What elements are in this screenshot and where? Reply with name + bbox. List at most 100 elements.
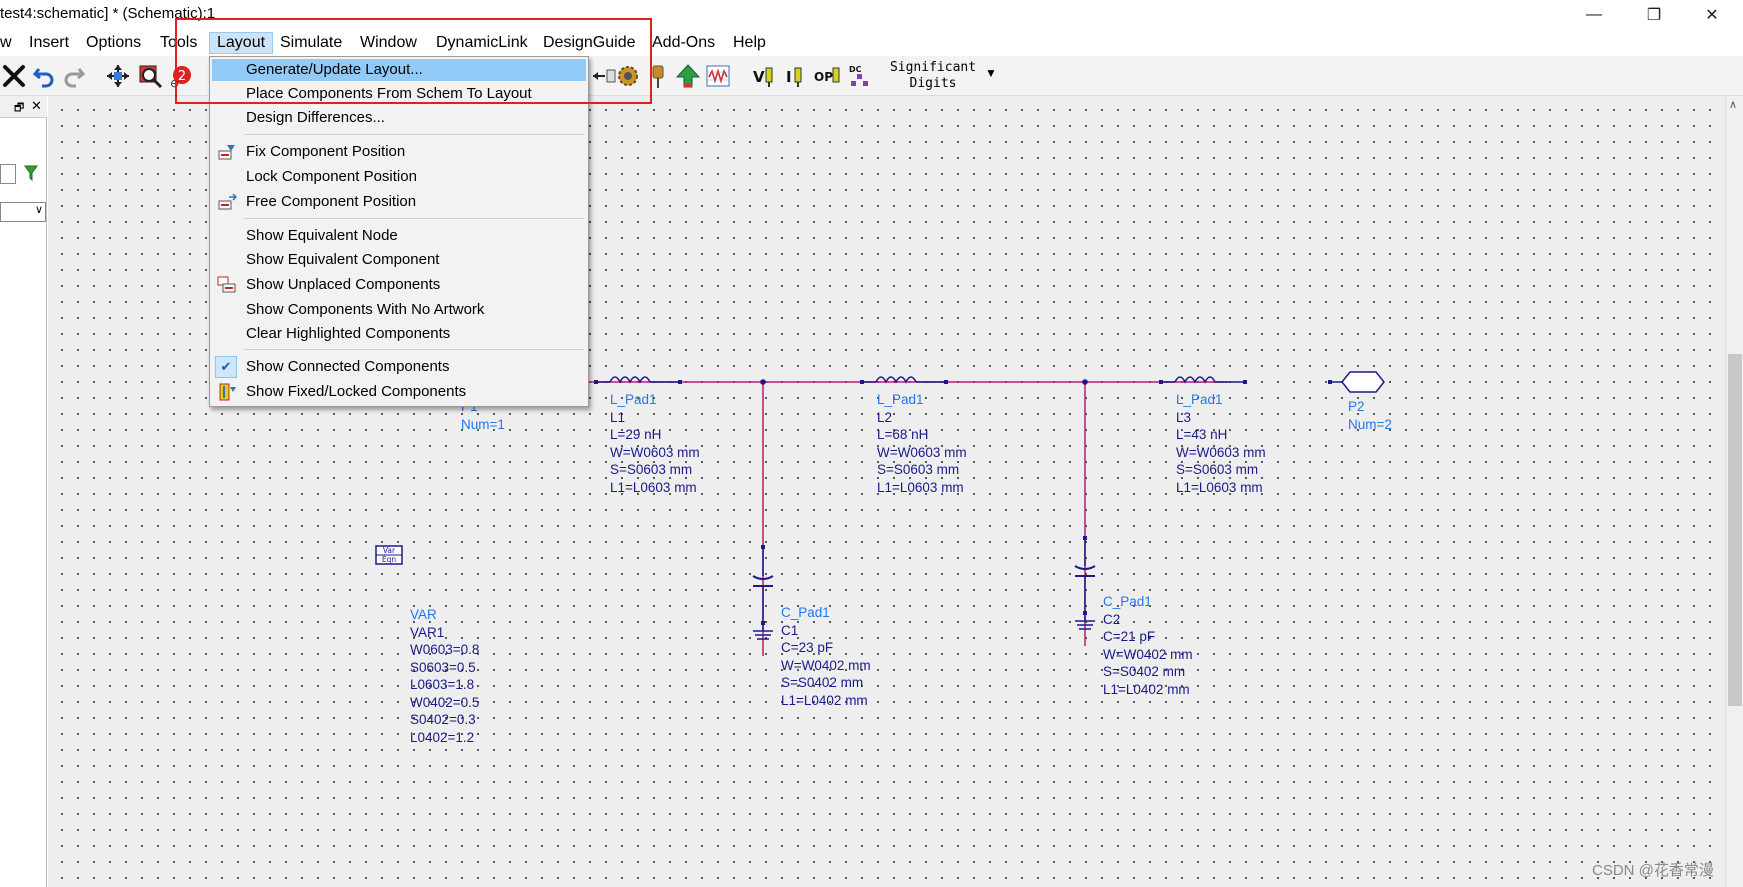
menu-item-show-equivalent-node[interactable]: Show Equivalent Node: [212, 225, 586, 247]
menu-simulate[interactable]: Simulate: [273, 32, 349, 54]
menu-item-place-components[interactable]: Place Components From Schem To Layout: [212, 83, 586, 105]
var-eqn-icon: Var Eqn: [375, 545, 403, 565]
menu-view[interactable]: w: [0, 32, 19, 54]
delete-icon[interactable]: [0, 62, 28, 90]
component-param: S=S0402 mm: [781, 675, 864, 690]
svg-text:⊖: ⊖: [170, 77, 179, 89]
menu-layout[interactable]: Layout: [209, 32, 274, 54]
component-param: L1=L0402 mm: [1103, 681, 1190, 697]
component-model: L_Pad1: [877, 392, 924, 407]
menu-insert[interactable]: Insert: [22, 32, 76, 54]
menu-item-free-component-position[interactable]: Free Component Position: [212, 191, 586, 213]
component-param: W=W0402 mm: [1103, 646, 1193, 662]
unplaced-icon: [217, 276, 236, 293]
var-line: W0402=0.5: [410, 694, 480, 710]
component-param: L1=L0603 mm: [877, 479, 964, 495]
chevron-down-icon[interactable]: ▼: [985, 66, 997, 80]
menu-item-fix-component-position[interactable]: Fix Component Position: [212, 141, 586, 163]
scrollbar-thumb[interactable]: [1728, 354, 1742, 706]
capacitor-c1: [752, 545, 774, 640]
menu-tools[interactable]: Tools: [153, 32, 204, 54]
significant-digits-dropdown[interactable]: Significant Digits: [878, 60, 988, 92]
pin-panel-icon[interactable]: 🗗: [14, 99, 24, 118]
zoom-icon[interactable]: [136, 62, 164, 90]
gear-icon[interactable]: [614, 62, 642, 90]
menu-item-show-equivalent-component[interactable]: Show Equivalent Component: [212, 249, 586, 271]
menu-item-show-connected-components[interactable]: ✔ Show Connected Components: [212, 356, 586, 378]
dc-annotate-icon[interactable]: DC: [846, 62, 874, 90]
vertical-scrollbar[interactable]: ∧: [1725, 96, 1743, 887]
swap-icon[interactable]: 2 ⊖: [166, 62, 194, 90]
capacitor-c2-label: C_Pad1 C2 C=21 pF W=W0402 mm S=S0402 mm …: [1103, 593, 1193, 698]
push-up-icon[interactable]: [674, 62, 702, 90]
component-param: C=21 pF: [1103, 629, 1156, 644]
move-icon[interactable]: [104, 62, 132, 90]
window-title: test4:schematic] * (Schematic):1: [0, 5, 216, 22]
var-line: S0402=0.3: [410, 712, 476, 727]
component-param: W=W0402 mm: [781, 657, 871, 673]
component-param: S=S0603 mm: [610, 462, 693, 477]
menu-designguide[interactable]: DesignGuide: [536, 32, 643, 54]
panel-search-input[interactable]: [0, 164, 16, 184]
menu-separator: [244, 218, 584, 219]
filter-icon[interactable]: [24, 165, 38, 181]
component-param: L=43 nH: [1176, 427, 1228, 442]
undo-icon[interactable]: [30, 62, 58, 90]
redo-icon[interactable]: [60, 62, 88, 90]
panel-library-select[interactable]: ∨: [0, 202, 46, 222]
title-bar: test4:schematic] * (Schematic):1 — ❐ ✕: [0, 0, 1743, 30]
menu-separator: [244, 349, 584, 350]
menu-item-lock-component-position[interactable]: Lock Component Position: [212, 166, 586, 188]
waveform-icon[interactable]: [704, 62, 732, 90]
minimize-button[interactable]: —: [1566, 0, 1622, 30]
var-line: W0603=0.8: [410, 642, 480, 657]
menu-item-generate-update-layout[interactable]: Generate/Update Layout...: [212, 59, 586, 81]
menu-item-show-fixed-locked[interactable]: Show Fixed/Locked Components: [212, 381, 586, 403]
port-p2: [1328, 371, 1385, 393]
svg-text:OP: OP: [814, 70, 833, 84]
menu-item-clear-highlighted[interactable]: Clear Highlighted Components: [212, 323, 586, 345]
component-model: L_Pad1: [610, 392, 657, 407]
component-name: C1: [781, 622, 799, 638]
junction-node: [760, 379, 766, 385]
menu-help[interactable]: Help: [726, 32, 773, 54]
port-p2-label: P2 Num=2: [1348, 398, 1392, 433]
close-button[interactable]: ✕: [1684, 0, 1740, 30]
junction-node: [1082, 379, 1088, 385]
significant-digits-line2: Digits: [909, 76, 957, 91]
component-name: L2: [877, 409, 893, 425]
inductor-l3: [1159, 376, 1247, 384]
checkmark-icon: ✔: [215, 356, 237, 378]
panel-header: 🗗 ✕: [0, 96, 47, 118]
component-model: C_Pad1: [781, 605, 830, 620]
component-param: L1=L0603 mm: [1176, 479, 1263, 495]
menu-options[interactable]: Options: [79, 32, 148, 54]
inductor-l2-label: L_Pad1 L2 L=68 nH W=W0603 mm S=S0603 mm …: [877, 391, 967, 496]
menu-add-ons[interactable]: Add-Ons: [645, 32, 722, 54]
fix-position-icon: [218, 145, 235, 160]
menu-window[interactable]: Window: [353, 32, 424, 54]
menu-item-design-differences[interactable]: Design Differences...: [212, 107, 586, 129]
menu-bar: w Insert Options Tools Layout Simulate W…: [0, 30, 1743, 56]
menu-item-show-unplaced-components[interactable]: Show Unplaced Components: [212, 274, 586, 296]
svg-text:I: I: [786, 68, 792, 86]
component-name: C2: [1103, 611, 1121, 627]
close-panel-icon[interactable]: ✕: [31, 98, 42, 114]
watermark: CSDN @花香常漫: [1592, 862, 1714, 879]
component-param: W=W0603 mm: [610, 444, 700, 460]
menu-item-label: Free Component Position: [246, 193, 417, 210]
vi-probe-icon[interactable]: V: [750, 62, 778, 90]
menu-item-show-no-artwork[interactable]: Show Components With No Artwork: [212, 299, 586, 321]
scroll-up-icon[interactable]: ∧: [1729, 98, 1737, 111]
i-probe-icon[interactable]: I: [782, 62, 810, 90]
op-probe-icon[interactable]: OP: [814, 62, 842, 90]
maximize-button[interactable]: ❐: [1626, 0, 1682, 30]
component-name: L3: [1176, 409, 1192, 425]
pin-icon[interactable]: [644, 62, 672, 90]
port-name: P2: [1348, 399, 1365, 414]
component-param: L=29 nH: [610, 427, 662, 442]
component-param: S=S0402 mm: [1103, 664, 1186, 679]
menu-dynamiclink[interactable]: DynamicLink: [429, 32, 535, 54]
port-num: Num=1: [461, 416, 505, 432]
component-param: C=23 pF: [781, 640, 834, 655]
